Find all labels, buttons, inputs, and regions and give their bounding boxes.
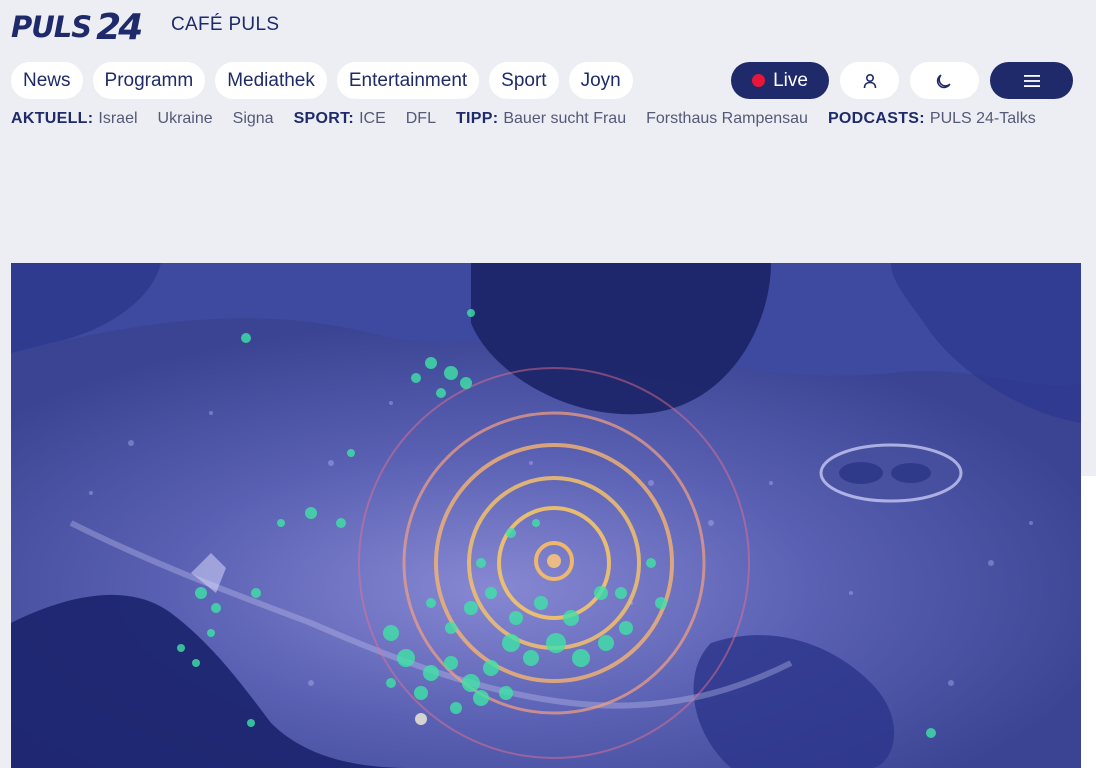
main-nav: News Programm Mediathek Entertainment Sp… <box>11 62 633 99</box>
hamburger-menu-icon <box>1023 74 1040 87</box>
nav-item-news[interactable]: News <box>11 62 83 99</box>
nav-item-entertainment[interactable]: Entertainment <box>336 62 480 99</box>
topic-link-ukraine[interactable]: Ukraine <box>158 110 213 128</box>
live-button[interactable]: Live <box>731 62 829 99</box>
user-icon <box>863 73 876 88</box>
topic-link-israel[interactable]: Israel <box>98 110 137 128</box>
moon-icon <box>936 74 951 88</box>
user-button[interactable] <box>840 62 899 99</box>
topic-link-signa[interactable]: Signa <box>233 110 274 128</box>
theme-toggle-button[interactable] <box>910 62 979 99</box>
menu-button[interactable] <box>990 62 1073 99</box>
topic-link-bauer-sucht-frau[interactable]: Bauer sucht Frau <box>503 110 626 128</box>
live-label: Live <box>773 69 808 91</box>
logo-number: 24 <box>96 6 143 48</box>
channel-name[interactable]: CAFÉ PULS <box>171 14 279 36</box>
topic-link-forsthaus-rampensau[interactable]: Forsthaus Rampensau <box>646 110 808 128</box>
topic-link-dfl[interactable]: DFL <box>406 110 436 128</box>
nav-item-mediathek[interactable]: Mediathek <box>215 62 327 99</box>
topic-link-ice[interactable]: ICE <box>359 110 386 128</box>
topic-label-podcasts: PODCASTS: <box>827 110 925 127</box>
logo-text: PULS <box>11 10 92 44</box>
nav-item-programm[interactable]: Programm <box>92 62 206 99</box>
nav-item-joyn[interactable]: Joyn <box>568 62 633 99</box>
satellite-earthquake-map <box>11 263 1081 768</box>
header-actions: Live <box>731 62 1073 99</box>
topic-bar: AKTUELL: Israel Ukraine Signa SPORT: ICE… <box>11 110 1036 128</box>
record-dot-icon <box>752 74 766 87</box>
topic-label-tipp: TIPP: <box>455 110 499 127</box>
topic-label-aktuell: AKTUELL: <box>11 110 94 127</box>
page-edge <box>1081 476 1096 768</box>
topic-link-puls24-talks[interactable]: PULS 24-Talks <box>930 110 1036 128</box>
hero-image[interactable] <box>11 263 1081 768</box>
puls24-logo[interactable]: PULS 24 <box>11 6 143 48</box>
nav-item-sport[interactable]: Sport <box>489 62 559 99</box>
topic-label-sport: SPORT: <box>293 110 355 127</box>
